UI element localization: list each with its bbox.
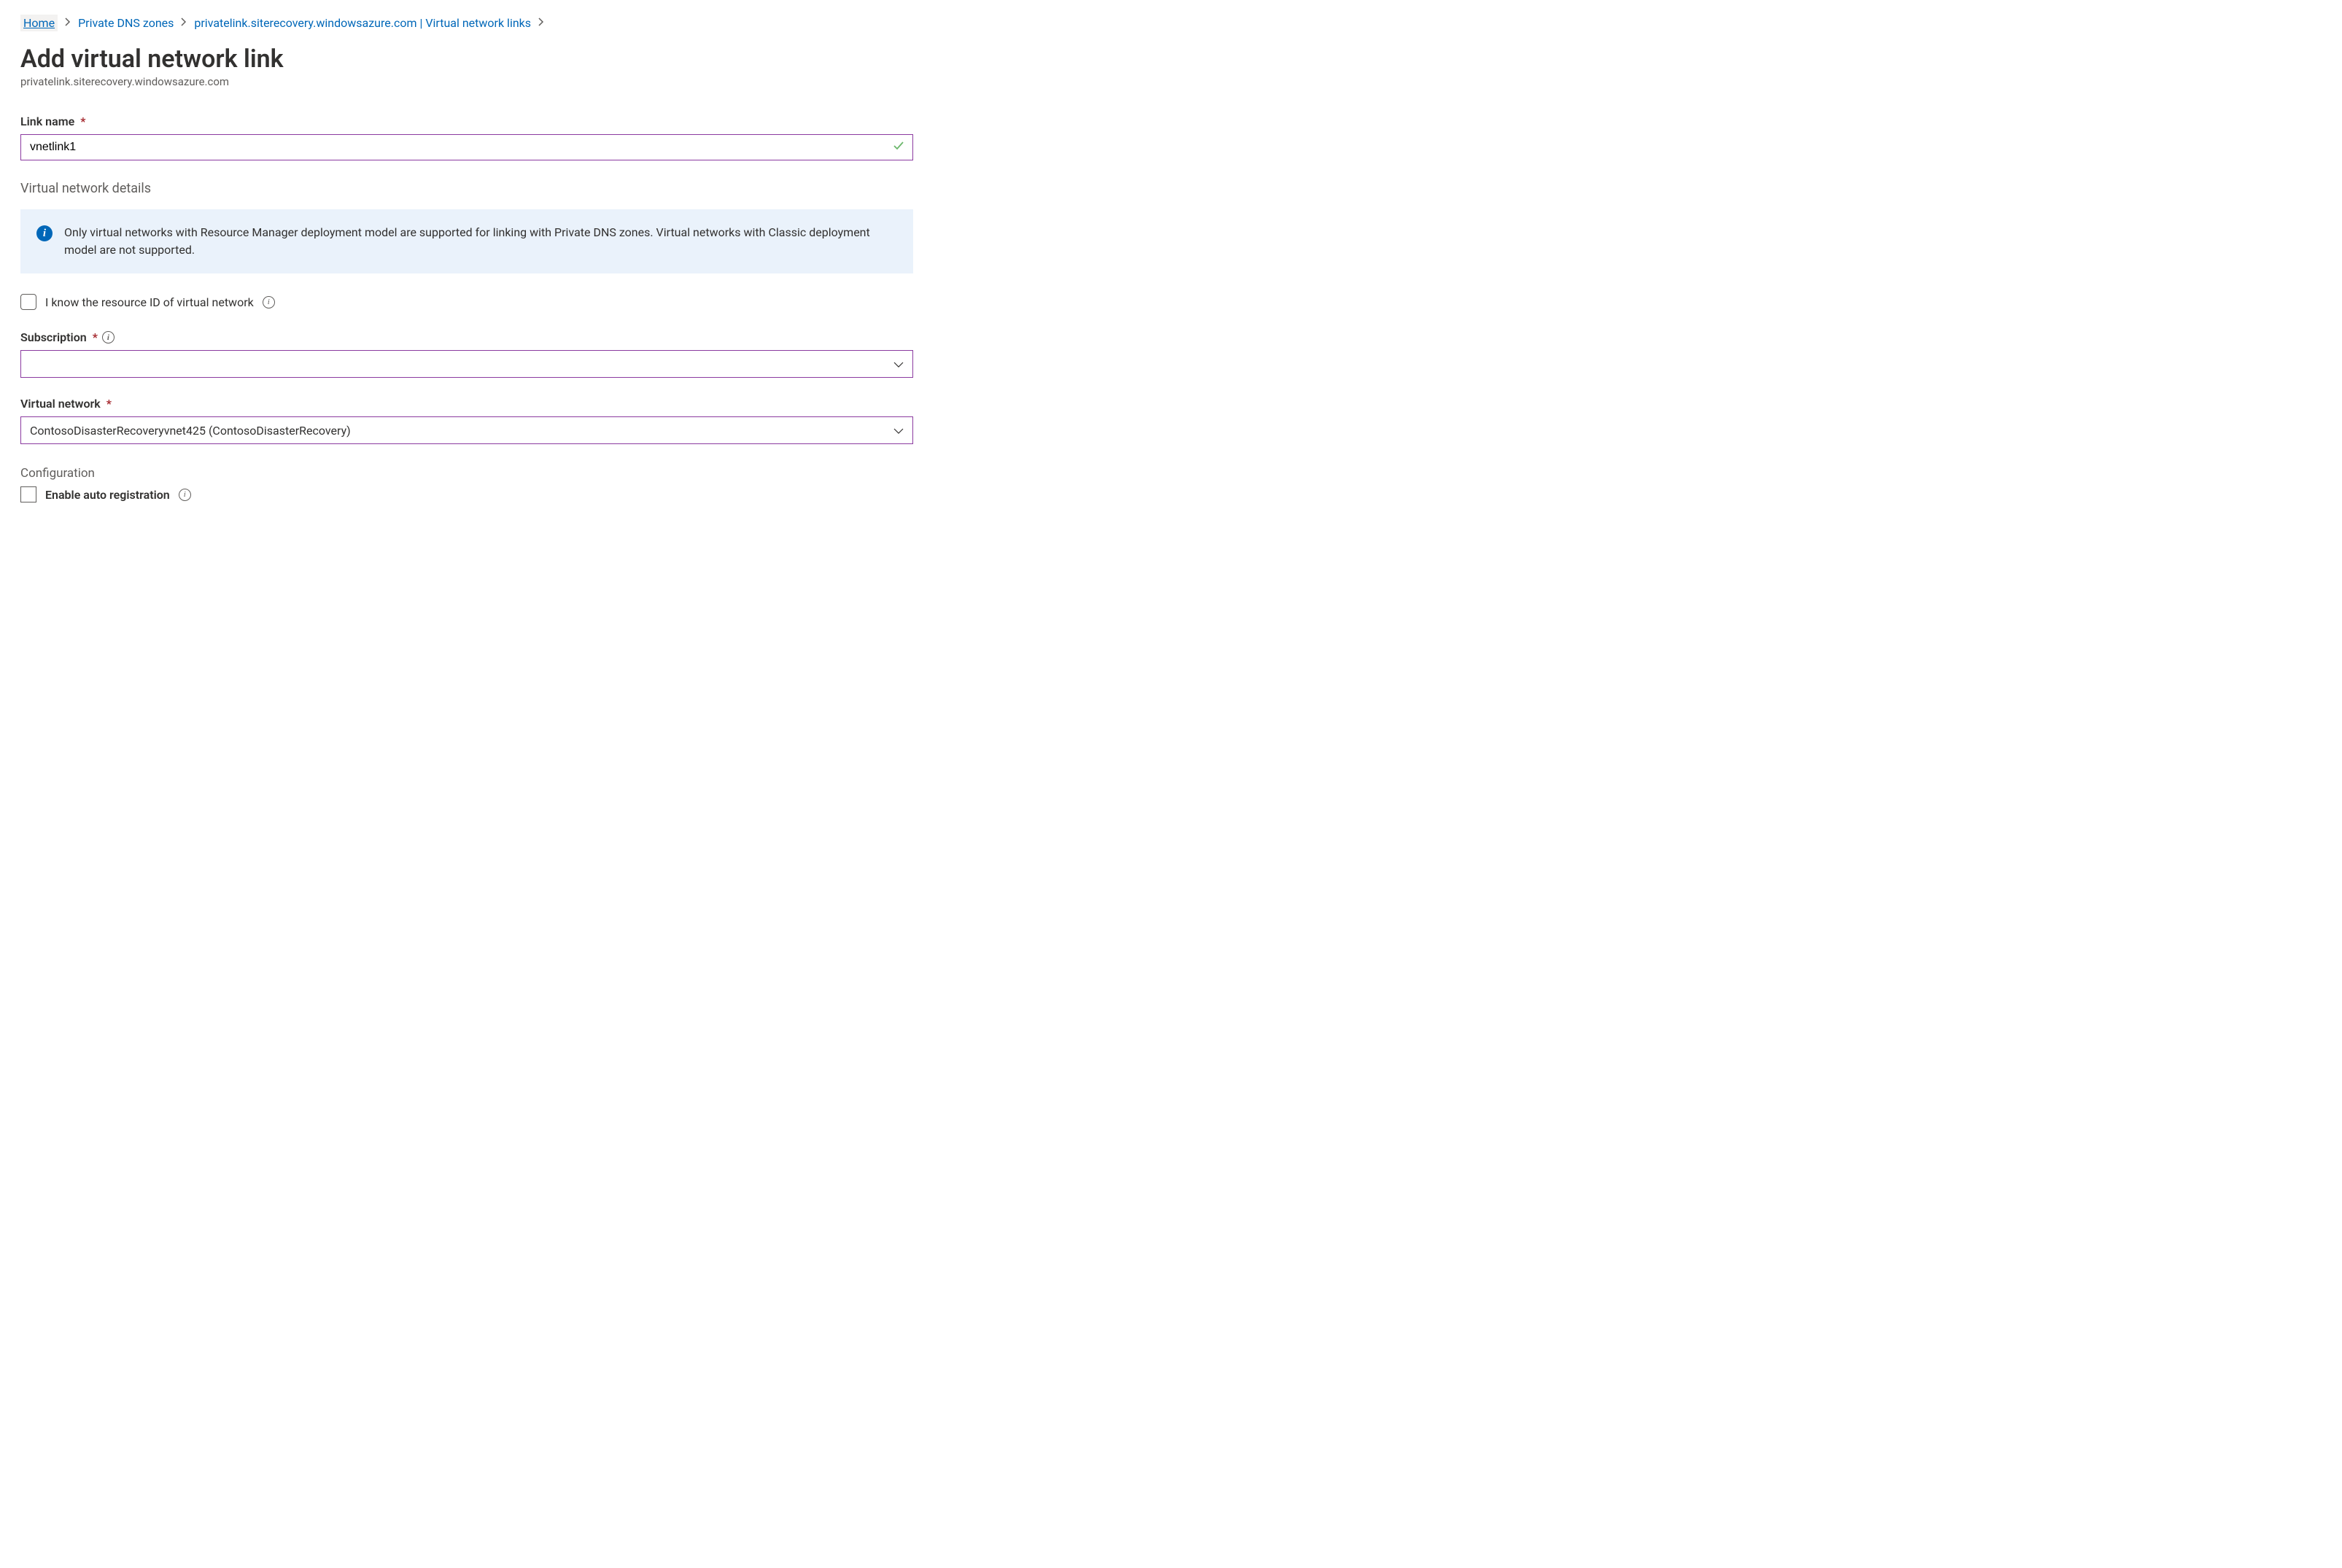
- info-outline-icon[interactable]: i: [263, 296, 275, 308]
- virtual-network-dropdown[interactable]: ContosoDisasterRecoveryvnet425 (ContosoD…: [20, 416, 913, 444]
- breadcrumb-zone-detail[interactable]: privatelink.siterecovery.windowsazure.co…: [194, 16, 531, 30]
- chevron-right-icon: [538, 18, 544, 29]
- page-title: Add virtual network link: [20, 44, 913, 74]
- resource-id-checkbox[interactable]: [20, 294, 36, 310]
- required-asterisk: *: [106, 397, 112, 411]
- checkmark-icon: [892, 139, 905, 155]
- subscription-label: Subscription* i: [20, 330, 913, 344]
- link-name-label: Link name*: [20, 115, 913, 128]
- chevron-down-icon: [893, 357, 904, 371]
- info-outline-icon[interactable]: i: [179, 489, 191, 501]
- auto-registration-row: Enable auto registration i: [20, 486, 913, 502]
- auto-registration-checkbox[interactable]: [20, 486, 36, 502]
- breadcrumb: Home Private DNS zones privatelink.siter…: [20, 15, 913, 31]
- resource-id-checkbox-label: I know the resource ID of virtual networ…: [45, 295, 254, 309]
- required-asterisk: *: [80, 115, 85, 128]
- info-box: i Only virtual networks with Resource Ma…: [20, 209, 913, 273]
- chevron-down-icon: [893, 424, 904, 438]
- info-icon: i: [36, 225, 53, 241]
- vnet-details-title: Virtual network details: [20, 181, 913, 196]
- configuration-title: Configuration: [20, 466, 913, 481]
- required-asterisk: *: [93, 330, 98, 344]
- breadcrumb-zones[interactable]: Private DNS zones: [78, 16, 174, 30]
- chevron-right-icon: [65, 18, 71, 29]
- subscription-dropdown[interactable]: [20, 350, 913, 378]
- page-subtitle: privatelink.siterecovery.windowsazure.co…: [20, 75, 913, 88]
- virtual-network-label: Virtual network*: [20, 397, 913, 411]
- auto-registration-label: Enable auto registration: [45, 488, 170, 502]
- breadcrumb-home[interactable]: Home: [20, 15, 58, 31]
- info-text: Only virtual networks with Resource Mana…: [64, 224, 897, 259]
- chevron-right-icon: [181, 18, 187, 29]
- virtual-network-value: ContosoDisasterRecoveryvnet425 (ContosoD…: [30, 424, 351, 438]
- link-name-input[interactable]: [28, 140, 883, 155]
- info-outline-icon[interactable]: i: [102, 331, 115, 344]
- resource-id-checkbox-row: I know the resource ID of virtual networ…: [20, 294, 913, 310]
- link-name-input-wrap: [20, 134, 913, 160]
